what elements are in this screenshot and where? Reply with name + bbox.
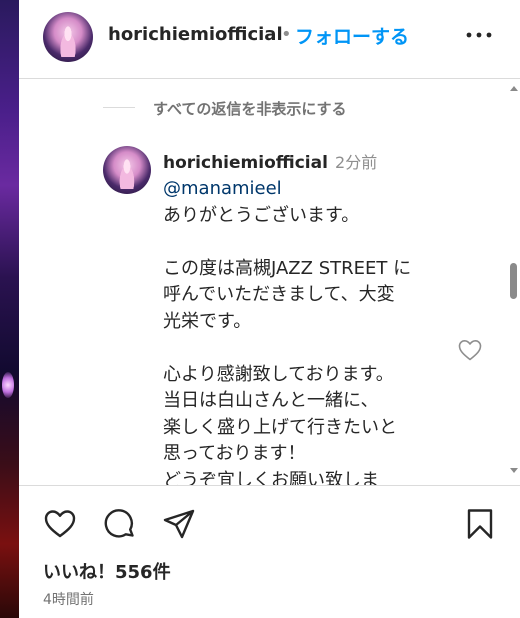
- post-timestamp[interactable]: 4時間前: [43, 589, 94, 609]
- scroll-thumb[interactable]: [510, 263, 517, 299]
- comments-area: すべての返信を非表示にする horichiemiofficial 2分前 @ma…: [19, 80, 508, 485]
- post-footer: いいね！556件 4時間前: [19, 485, 520, 618]
- more-options-icon[interactable]: [465, 28, 493, 42]
- post-side-panel: horichiemiofficial • フォローする すべての返信を非表示にす…: [19, 0, 520, 618]
- likes-count[interactable]: いいね！556件: [43, 558, 171, 584]
- reply-line: 心より感謝致しております。: [163, 363, 394, 385]
- hide-replies-line: [103, 107, 135, 108]
- follow-button[interactable]: フォローする: [295, 22, 409, 49]
- stage-light: [2, 372, 14, 398]
- scroll-down-arrow-icon[interactable]: [510, 468, 518, 473]
- header-separator: •: [281, 24, 292, 45]
- reply-blank-line: [163, 229, 453, 256]
- reply-blank-line: [163, 335, 453, 362]
- reply-mention[interactable]: @manamieel: [163, 176, 453, 203]
- reply-text: @manamieel ありがとうございます。 この度は高槻JAZZ STREET…: [163, 176, 453, 485]
- reply-avatar[interactable]: [103, 146, 151, 194]
- reply-timestamp[interactable]: 2分前: [335, 153, 377, 172]
- comments-scrollbar[interactable]: [508, 80, 520, 485]
- paper-plane-icon[interactable]: [162, 507, 196, 541]
- comment-icon[interactable]: [103, 507, 137, 541]
- reply-line: どうぞ宜しくお願い致しま: [163, 469, 379, 486]
- reply-username[interactable]: horichiemiofficial: [163, 153, 328, 173]
- heart-icon[interactable]: [43, 507, 77, 541]
- post-header: horichiemiofficial • フォローする: [19, 0, 520, 79]
- author-avatar[interactable]: [43, 12, 93, 62]
- reply-line: 思っております！: [163, 443, 306, 464]
- author-username[interactable]: horichiemiofficial: [108, 24, 283, 45]
- avatar-figure: [57, 26, 79, 57]
- reply-line: 呼んでいただきまして、大変: [163, 284, 395, 305]
- reply-line: 楽しく盛り上げて行きたいと: [163, 416, 397, 438]
- reply-line: ありがとうございます。: [163, 204, 360, 226]
- comment-like-heart-icon[interactable]: [458, 339, 482, 361]
- scroll-up-arrow-icon[interactable]: [510, 86, 518, 91]
- reply-header: horichiemiofficial 2分前: [163, 149, 377, 173]
- post-image-edge: [0, 0, 19, 618]
- reply-line: 当日は白山さんと一緒に、: [163, 390, 379, 411]
- bookmark-icon[interactable]: [463, 507, 497, 541]
- reply-line: 光栄です。: [163, 310, 252, 332]
- avatar-figure: [116, 159, 138, 190]
- reply-line: この度は高槻JAZZ STREET に: [163, 257, 412, 279]
- hide-replies-label: すべての返信を非表示にする: [153, 100, 347, 118]
